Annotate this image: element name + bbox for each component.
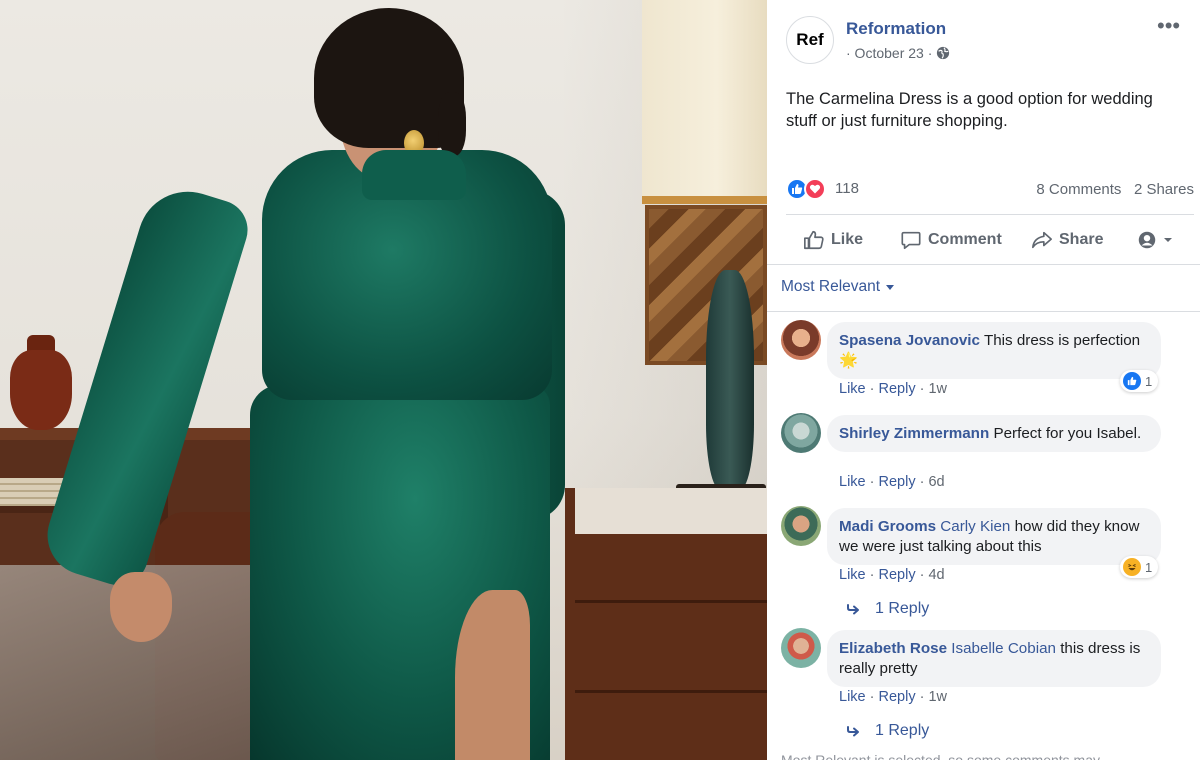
post-photo[interactable] bbox=[0, 0, 767, 760]
comment-reaction-badge[interactable]: 1 bbox=[1120, 556, 1159, 578]
comment-actions: Like · Reply · 1w bbox=[839, 381, 948, 397]
comment-sort-dropdown[interactable]: Most Relevant bbox=[781, 278, 895, 296]
comment-reaction-count: 1 bbox=[1145, 559, 1153, 575]
audience-selector[interactable] bbox=[1136, 226, 1174, 254]
more-options-icon[interactable]: ••• bbox=[1157, 15, 1180, 37]
dresser-top bbox=[575, 488, 767, 534]
profile-avatar-icon bbox=[1138, 231, 1156, 249]
reaction-count[interactable]: 118 bbox=[835, 180, 859, 197]
reply-arrow-icon bbox=[847, 604, 859, 615]
post-actions: Like Comment Share bbox=[786, 218, 1194, 262]
comment-bubble: Elizabeth Rose Isabelle Cobian this dres… bbox=[827, 630, 1161, 687]
view-replies-link[interactable]: 1 Reply bbox=[847, 722, 929, 740]
globe-icon[interactable] bbox=[936, 46, 950, 60]
dresser-drawer-line bbox=[575, 690, 767, 693]
comment-bubble: Shirley Zimmermann Perfect for you Isabe… bbox=[827, 415, 1161, 452]
comment-time[interactable]: 4d bbox=[928, 567, 944, 583]
dress-high-neck bbox=[362, 150, 466, 200]
comment-reaction-badge[interactable]: 1 bbox=[1120, 370, 1159, 392]
commenter-avatar[interactable] bbox=[781, 320, 821, 360]
comment-mention[interactable]: Carly Kien bbox=[940, 518, 1010, 535]
comment-bubble-icon bbox=[901, 231, 921, 250]
commenter-avatar[interactable] bbox=[781, 413, 821, 453]
page-name-link[interactable]: Reformation bbox=[846, 19, 946, 39]
commenter-avatar[interactable] bbox=[781, 506, 821, 546]
comment-actions: Like · Reply · 1w bbox=[839, 689, 948, 705]
view-replies-label: 1 Reply bbox=[875, 722, 930, 739]
reaction-icons[interactable] bbox=[786, 176, 834, 202]
comment-time[interactable]: 1w bbox=[928, 381, 947, 397]
comment-actions: Like · Reply · 6d bbox=[839, 474, 945, 490]
divider bbox=[786, 214, 1194, 215]
comment-reaction-count: 1 bbox=[1145, 373, 1153, 389]
post-stats: 118 8 Comments 2 Shares bbox=[786, 176, 1194, 202]
post-header: Ref Reformation · October 23 · ••• bbox=[767, 0, 1200, 80]
comment-sort-label: Most Relevant bbox=[781, 278, 881, 295]
comment-like-link[interactable]: Like bbox=[839, 381, 866, 397]
thumbs-up-icon bbox=[804, 230, 824, 250]
comment-like-link[interactable]: Like bbox=[839, 689, 866, 705]
comment-mention[interactable]: Isabelle Cobian bbox=[951, 640, 1056, 657]
page-avatar[interactable]: Ref bbox=[786, 16, 834, 64]
model-hand bbox=[110, 572, 172, 642]
commenter-avatar[interactable] bbox=[781, 628, 821, 668]
share-button[interactable]: Share bbox=[1031, 226, 1103, 254]
comment-time[interactable]: 1w bbox=[928, 689, 947, 705]
comment-author[interactable]: Shirley Zimmermann bbox=[839, 425, 989, 442]
comment-bubble: Spasena Jovanovic This dress is perfecti… bbox=[827, 322, 1161, 379]
dress-slit-leg bbox=[455, 590, 530, 760]
ceramic-jug bbox=[10, 350, 72, 430]
comment-like-link[interactable]: Like bbox=[839, 567, 866, 583]
comment-like-link[interactable]: Like bbox=[839, 474, 866, 490]
comment-author[interactable]: Madi Grooms bbox=[839, 518, 936, 535]
share-arrow-icon bbox=[1032, 231, 1052, 249]
comment-reply-link[interactable]: Reply bbox=[879, 567, 916, 583]
chevron-down-icon bbox=[1164, 238, 1172, 242]
comment-actions: Like · Reply · 4d bbox=[839, 567, 945, 583]
view-replies-label: 1 Reply bbox=[875, 600, 930, 617]
lamp-shade bbox=[642, 0, 767, 200]
comment-button[interactable]: Comment bbox=[900, 226, 1002, 254]
haha-icon bbox=[1123, 558, 1141, 576]
comment-button-label: Comment bbox=[928, 231, 1002, 248]
lamp-glow bbox=[642, 196, 767, 204]
shares-count-link[interactable]: 2 Shares bbox=[1134, 181, 1194, 198]
divider bbox=[767, 311, 1200, 312]
comment-author[interactable]: Spasena Jovanovic bbox=[839, 332, 980, 349]
comment-reply-link[interactable]: Reply bbox=[879, 689, 916, 705]
post-meta: · October 23 · bbox=[846, 45, 950, 61]
comment-text: Perfect for you Isabel. bbox=[993, 425, 1142, 442]
dresser-drawer-line bbox=[575, 600, 767, 603]
like-icon bbox=[1123, 372, 1141, 390]
page-avatar-text: Ref bbox=[796, 30, 824, 49]
love-reaction-icon bbox=[804, 178, 826, 200]
caret-down-icon bbox=[886, 284, 895, 290]
model-hair-bun bbox=[438, 92, 466, 156]
post-date[interactable]: · October 23 · bbox=[846, 45, 932, 61]
divider bbox=[767, 264, 1200, 265]
like-button-label: Like bbox=[831, 231, 864, 248]
post-text: The Carmelina Dress is a good option for… bbox=[786, 90, 1153, 130]
like-button[interactable]: Like bbox=[803, 226, 863, 254]
comment-reply-link[interactable]: Reply bbox=[879, 474, 916, 490]
comment-time[interactable]: 6d bbox=[928, 474, 944, 490]
comments-count-link[interactable]: 8 Comments bbox=[1036, 181, 1121, 198]
post-panel: Ref Reformation · October 23 · ••• The C… bbox=[767, 0, 1200, 760]
share-button-label: Share bbox=[1059, 231, 1104, 248]
filter-notice: Most Relevant is selected, so some comme… bbox=[781, 752, 1101, 760]
view-replies-link[interactable]: 1 Reply bbox=[847, 600, 929, 618]
comment-reply-link[interactable]: Reply bbox=[879, 381, 916, 397]
comment-bubble: Madi Grooms Carly Kien how did they know… bbox=[827, 508, 1161, 565]
tall-vase bbox=[706, 270, 754, 490]
reply-arrow-icon bbox=[847, 726, 859, 737]
comment-author[interactable]: Elizabeth Rose bbox=[839, 640, 947, 657]
stats-right: 8 Comments 2 Shares bbox=[1036, 181, 1194, 198]
